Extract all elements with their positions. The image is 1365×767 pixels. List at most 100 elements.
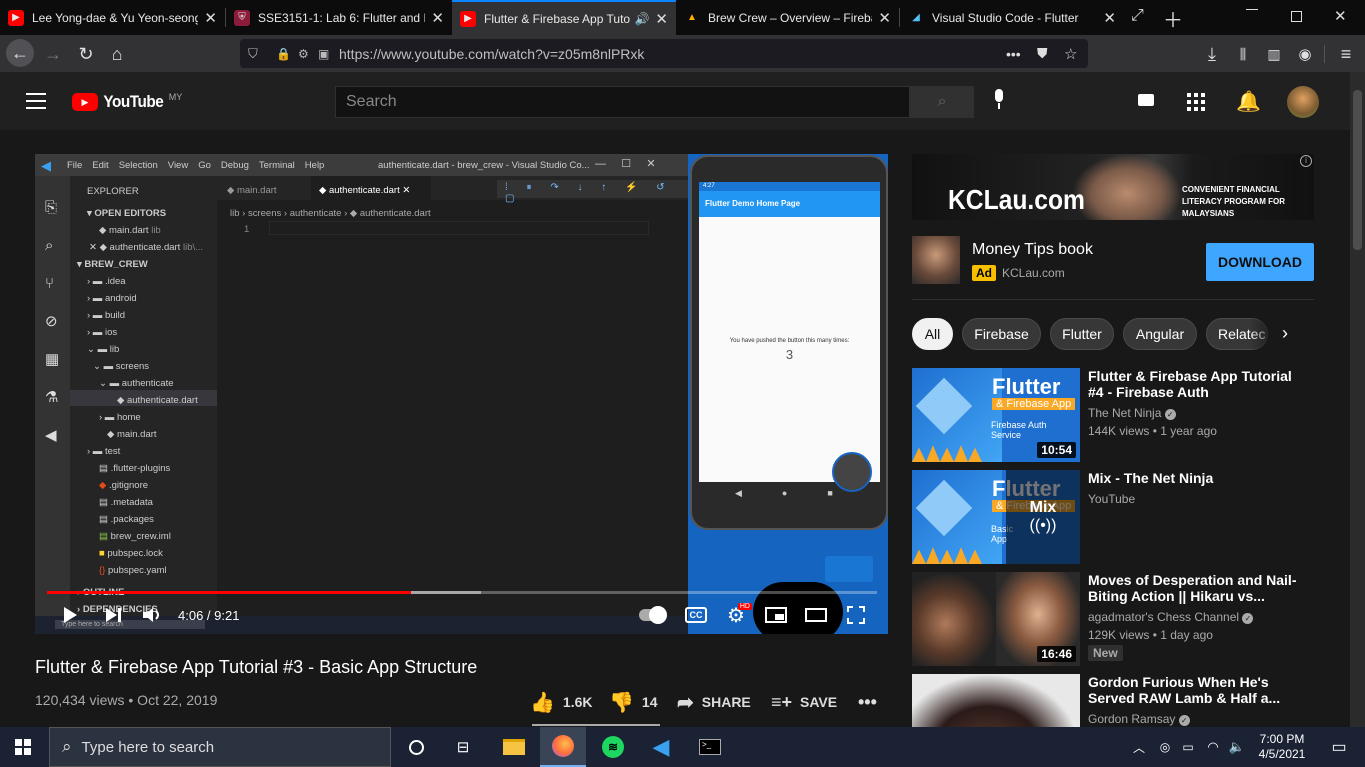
- video-title[interactable]: Gordon Furious When He's Served RAW Lamb…: [1088, 674, 1298, 706]
- play-icon[interactable]: [58, 603, 82, 627]
- apps-grid-icon[interactable]: [1187, 93, 1205, 111]
- browser-tab-2[interactable]: ⛨ SSE3151-1: Lab 6: Flutter and Fi ✕: [226, 0, 452, 35]
- ad-thumbnail[interactable]: [912, 236, 960, 284]
- captions-icon[interactable]: CC: [684, 603, 708, 627]
- close-tab-icon[interactable]: ✕: [878, 9, 891, 27]
- firefox-icon[interactable]: [540, 727, 586, 767]
- channel-name[interactable]: agadmator's Chess Channel: [1088, 610, 1239, 624]
- camera-icon[interactable]: ▣: [318, 47, 329, 61]
- browser-tab-4[interactable]: ▲ Brew Crew – Overview – Fireba ✕: [676, 0, 899, 35]
- search-input[interactable]: Search: [335, 86, 910, 118]
- file-explorer-icon[interactable]: [491, 727, 537, 767]
- browser-tab-3-active[interactable]: ▶ Flutter & Firebase App Tuto 🔊 ✕: [452, 0, 676, 35]
- microphone-icon[interactable]: [990, 89, 1008, 113]
- url-text[interactable]: https://www.youtube.com/watch?v=z05m8nlP…: [339, 46, 644, 62]
- miniplayer-icon[interactable]: [763, 603, 789, 627]
- video-thumbnail[interactable]: 16:46: [912, 572, 1080, 666]
- forward-arrow-icon[interactable]: →: [40, 41, 66, 67]
- channel-name[interactable]: The Net Ninja: [1088, 406, 1161, 420]
- chip-flutter[interactable]: Flutter: [1050, 318, 1114, 350]
- taskbar-clock[interactable]: 7:00 PM 4/5/2021: [1257, 732, 1307, 762]
- close-tab-icon[interactable]: ✕: [204, 9, 217, 27]
- mix-thumbnail[interactable]: Flutter & Firebase App Basic App Structu…: [912, 470, 1080, 564]
- video-progress-bar[interactable]: [47, 591, 877, 594]
- theater-mode-icon[interactable]: [803, 603, 829, 627]
- cortana-icon[interactable]: [393, 727, 439, 767]
- minimize-window-icon[interactable]: [1246, 9, 1258, 10]
- sidebar-icon[interactable]: ▥: [1261, 41, 1287, 67]
- expand-tabs-icon[interactable]: ⤢: [1131, 7, 1144, 25]
- back-arrow-icon[interactable]: ←: [6, 39, 34, 67]
- fullscreen-icon[interactable]: [844, 603, 868, 627]
- chip-all[interactable]: All: [912, 318, 953, 350]
- page-actions-icon[interactable]: •••: [1006, 46, 1021, 62]
- close-window-icon[interactable]: ✕: [1334, 7, 1347, 25]
- video-title[interactable]: Mix - The Net Ninja: [1088, 470, 1298, 486]
- task-view-icon[interactable]: ⊟: [440, 727, 486, 767]
- permissions-icon[interactable]: ⚙: [298, 47, 309, 61]
- terminal-icon[interactable]: >_: [687, 727, 733, 767]
- new-tab-icon[interactable]: ＋: [1163, 4, 1183, 33]
- video-title[interactable]: Moves of Desperation and Nail-Biting Act…: [1088, 572, 1298, 604]
- chip-angular[interactable]: Angular: [1123, 318, 1197, 350]
- volume-tray-icon[interactable]: 🔈: [1226, 727, 1248, 767]
- download-icon[interactable]: ⤓: [1199, 41, 1225, 67]
- chip-firebase[interactable]: Firebase: [962, 318, 1041, 350]
- restore-window-icon[interactable]: [1291, 11, 1302, 22]
- account-icon[interactable]: ◉: [1292, 41, 1318, 67]
- bookmark-star-icon[interactable]: ☆: [1064, 45, 1077, 63]
- video-title[interactable]: Flutter & Firebase App Tutorial #4 - Fir…: [1088, 368, 1298, 400]
- video-player[interactable]: ◀ File Edit Selection View Go Debug Terminal He…: [35, 154, 888, 634]
- notification-center-icon[interactable]: ▭: [1316, 727, 1362, 767]
- next-video-icon[interactable]: [102, 603, 126, 627]
- ad-banner[interactable]: KCLau.com CONVENIENT FINANCIAL LITERACY …: [912, 154, 1314, 220]
- hamburger-menu-icon[interactable]: ≡: [1333, 41, 1359, 67]
- spotify-icon[interactable]: ≋: [590, 727, 636, 767]
- share-button[interactable]: ➦ SHARE: [677, 690, 751, 714]
- battery-icon[interactable]: ▭: [1177, 727, 1199, 767]
- vscode-taskbar-icon[interactable]: ◀: [638, 727, 684, 767]
- wifi-icon[interactable]: ◠: [1202, 727, 1224, 767]
- home-icon[interactable]: ⌂: [104, 41, 130, 67]
- dislike-button[interactable]: 👎 14: [609, 690, 657, 714]
- ad-info-icon[interactable]: i: [1300, 155, 1312, 167]
- search-button[interactable]: ⌕: [910, 86, 974, 118]
- channel-name[interactable]: Gordon Ramsay: [1088, 712, 1175, 726]
- speaker-icon[interactable]: 🔊: [634, 12, 649, 26]
- pocket-icon[interactable]: ⛊: [1037, 45, 1048, 62]
- lock-icon[interactable]: 🔒: [276, 47, 291, 61]
- browser-tab-1[interactable]: ▶ Lee Yong-dae & Yu Yeon-seong ✕: [0, 0, 225, 35]
- volume-icon[interactable]: [140, 603, 164, 627]
- avatar[interactable]: [1287, 86, 1319, 118]
- more-actions-icon[interactable]: •••: [858, 690, 877, 714]
- settings-gear-icon[interactable]: ⚙ HD: [724, 603, 752, 627]
- chevron-right-icon[interactable]: ›: [1282, 323, 1288, 344]
- taskbar-search-box[interactable]: ⌕ Type here to search: [49, 727, 391, 767]
- reload-icon[interactable]: ↻: [73, 41, 99, 67]
- notifications-bell-icon[interactable]: 🔔: [1236, 89, 1261, 114]
- recommended-video-4[interactable]: Gordon Furious When He's Served RAW Lamb…: [912, 674, 1332, 727]
- shield-icon[interactable]: ⛉: [248, 46, 258, 62]
- close-tab-icon[interactable]: ✕: [431, 9, 444, 27]
- autoplay-toggle[interactable]: [638, 603, 667, 627]
- scrollbar-thumb[interactable]: [1353, 90, 1362, 250]
- youtube-logo[interactable]: ▶ YouTube MY: [72, 92, 182, 112]
- tab-title: Lee Yong-dae & Yu Yeon-seong: [32, 10, 199, 25]
- video-thumbnail[interactable]: Flutter & Firebase App Firebase Auth Ser…: [912, 368, 1080, 462]
- close-tab-icon[interactable]: ✕: [1103, 9, 1116, 27]
- save-button[interactable]: ≡+ SAVE: [771, 690, 837, 714]
- ad-title[interactable]: Money Tips book: [972, 241, 1093, 259]
- close-tab-icon[interactable]: ✕: [655, 10, 668, 28]
- library-icon[interactable]: ⫼: [1230, 41, 1256, 67]
- url-bar[interactable]: ⛉ 🔒 ⚙ ▣ https://www.youtube.com/watch?v=…: [240, 39, 1088, 68]
- guide-menu-icon[interactable]: [26, 93, 46, 109]
- browser-tab-5[interactable]: ◢ Visual Studio Code - Flutter ✕: [900, 0, 1124, 35]
- windows-start-icon[interactable]: [0, 727, 46, 767]
- download-button[interactable]: DOWNLOAD: [1206, 243, 1314, 281]
- show-hidden-icons-icon[interactable]: ︿: [1128, 727, 1150, 767]
- create-video-icon[interactable]: [1138, 94, 1154, 106]
- video-thumbnail[interactable]: [912, 674, 1080, 727]
- like-button[interactable]: 👍 1.6K: [530, 690, 592, 714]
- webcam-icon[interactable]: ◎: [1154, 727, 1176, 767]
- page-scrollbar[interactable]: [1350, 72, 1365, 727]
